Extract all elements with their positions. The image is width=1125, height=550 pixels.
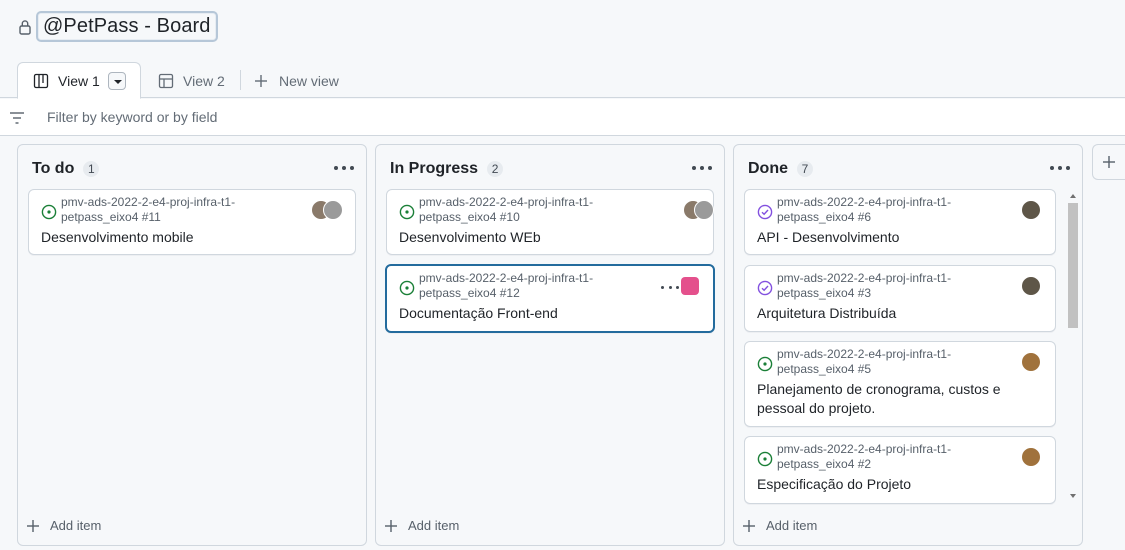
issue-reference[interactable]: pmv-ads-2022-2-e4-proj-infra-t1- petpass… <box>61 195 291 225</box>
issue-card[interactable]: pmv-ads-2022-2-e4-proj-infra-t1- petpass… <box>28 189 356 255</box>
plus-icon <box>385 519 397 532</box>
column-menu-icon[interactable] <box>692 166 712 172</box>
project-title: @PetPass - Board <box>43 15 211 37</box>
board-icon <box>33 73 49 88</box>
column-scrollbar[interactable] <box>1067 191 1079 501</box>
tab-view-1-label: View 1 <box>58 72 100 89</box>
filter-icon[interactable] <box>9 111 25 125</box>
project-header: @PetPass - Board <box>0 0 1125 56</box>
column-header: In Progress 2 <box>390 160 504 178</box>
plus-icon <box>27 519 39 532</box>
open-issue-icon <box>757 451 773 467</box>
avatar[interactable] <box>694 200 714 220</box>
issue-title[interactable]: Planejamento de cronograma, custos e pes… <box>757 380 1017 418</box>
tab-divider <box>240 70 241 90</box>
view-options-dropdown[interactable] <box>108 72 126 90</box>
column-todo: To do 1 pmv-ads-2022-2-e4-proj-infra-t1-… <box>17 144 367 546</box>
issue-card[interactable]: pmv-ads-2022-2-e4-proj-infra-t1- petpass… <box>744 265 1056 332</box>
issue-card[interactable]: pmv-ads-2022-2-e4-proj-infra-t1- petpass… <box>744 341 1056 427</box>
scroll-up-icon[interactable] <box>1070 194 1076 198</box>
column-count: 2 <box>487 161 504 177</box>
table-icon <box>158 73 174 88</box>
scrollbar-thumb[interactable] <box>1068 203 1078 328</box>
open-issue-icon <box>399 280 415 296</box>
add-item-label: Add item <box>408 518 460 533</box>
column-header: Done 7 <box>748 160 813 178</box>
column-title: In Progress <box>390 160 479 177</box>
issue-card[interactable]: pmv-ads-2022-2-e4-proj-infra-t1- petpass… <box>744 189 1056 255</box>
add-item-button[interactable]: Add item <box>384 518 459 533</box>
scroll-down-icon[interactable] <box>1070 494 1076 498</box>
issue-card[interactable]: pmv-ads-2022-2-e4-proj-infra-t1- petpass… <box>744 436 1056 504</box>
column-menu-icon[interactable] <box>1050 166 1070 172</box>
column-header: To do 1 <box>32 160 100 178</box>
add-item-button[interactable]: Add item <box>742 518 817 533</box>
column-in-progress: In Progress 2 pmv-ads-2022-2-e4-proj-inf… <box>375 144 725 546</box>
avatar[interactable] <box>1021 200 1041 220</box>
plus-icon <box>743 519 755 532</box>
column-title: Done <box>748 160 788 177</box>
column-count: 7 <box>797 161 813 177</box>
issue-reference[interactable]: pmv-ads-2022-2-e4-proj-infra-t1- petpass… <box>419 271 649 301</box>
new-view-button[interactable]: New view <box>254 62 339 99</box>
avatar[interactable] <box>1021 352 1041 372</box>
avatar[interactable] <box>1021 447 1041 467</box>
add-item-button[interactable]: Add item <box>26 518 101 533</box>
open-issue-icon <box>399 204 415 220</box>
column-title: To do <box>32 160 75 177</box>
issue-reference[interactable]: pmv-ads-2022-2-e4-proj-infra-t1- petpass… <box>777 347 1007 377</box>
closed-issue-icon <box>757 280 773 296</box>
column-menu-icon[interactable] <box>334 166 354 172</box>
card-menu-icon[interactable] <box>661 286 679 290</box>
issue-reference[interactable]: pmv-ads-2022-2-e4-proj-infra-t1- petpass… <box>777 271 1007 301</box>
column-done: Done 7 pmv-ads-2022-2-e4-proj-infra-t1- … <box>733 144 1083 546</box>
issue-reference[interactable]: pmv-ads-2022-2-e4-proj-infra-t1- petpass… <box>419 195 649 225</box>
avatar[interactable] <box>323 200 343 220</box>
issue-reference[interactable]: pmv-ads-2022-2-e4-proj-infra-t1- petpass… <box>777 195 1007 225</box>
add-item-label: Add item <box>766 518 818 533</box>
issue-title[interactable]: API - Desenvolvimento <box>757 228 1037 247</box>
issue-title[interactable]: Desenvolvimento mobile <box>41 228 321 247</box>
view-tabs: View 1 View 2 New view <box>0 60 1125 99</box>
column-count: 1 <box>83 161 100 177</box>
issue-title[interactable]: Desenvolvimento WEb <box>399 228 679 247</box>
filter-input[interactable]: Filter by keyword or by field <box>47 109 217 125</box>
add-item-label: Add item <box>50 518 102 533</box>
lock-icon <box>19 20 31 35</box>
issue-title[interactable]: Especificação do Projeto <box>757 475 1037 494</box>
issue-card-focused[interactable]: pmv-ads-2022-2-e4-proj-infra-t1- petpass… <box>385 264 715 333</box>
open-issue-icon <box>757 356 773 372</box>
tab-view-2-label: View 2 <box>183 72 225 89</box>
filter-bar: Filter by keyword or by field <box>0 99 1125 136</box>
plus-icon <box>1103 156 1115 168</box>
issue-reference[interactable]: pmv-ads-2022-2-e4-proj-infra-t1- petpass… <box>777 442 1007 472</box>
avatar[interactable] <box>1021 276 1041 296</box>
issue-title[interactable]: Arquitetura Distribuída <box>757 304 1037 323</box>
avatar[interactable] <box>681 277 699 295</box>
issue-title[interactable]: Documentação Front-end <box>399 304 679 323</box>
tab-view-2[interactable]: View 2 <box>158 62 225 99</box>
tab-view-1[interactable]: View 1 <box>17 62 141 99</box>
project-title-field[interactable]: @PetPass - Board <box>36 11 218 42</box>
issue-card[interactable]: pmv-ads-2022-2-e4-proj-infra-t1- petpass… <box>386 189 714 255</box>
plus-icon <box>255 74 267 87</box>
open-issue-icon <box>41 204 57 220</box>
closed-issue-icon <box>757 204 773 220</box>
add-column-button[interactable] <box>1092 144 1125 180</box>
new-view-label: New view <box>279 72 339 89</box>
